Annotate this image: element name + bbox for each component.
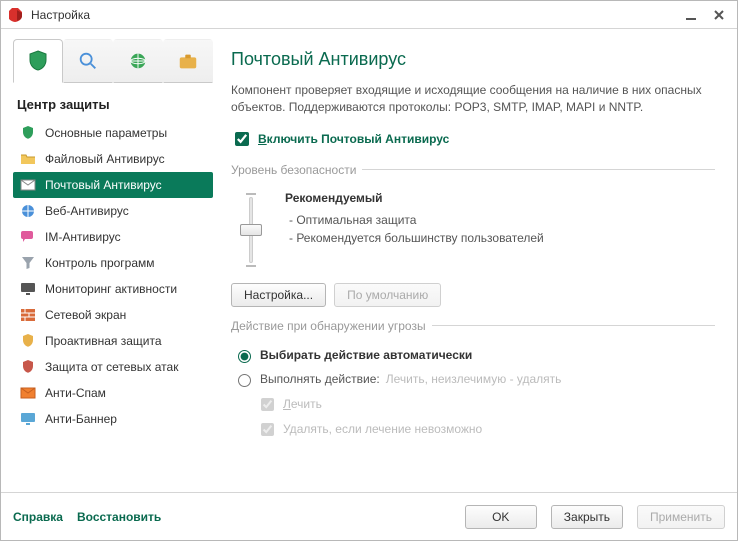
sidebar-label: Основные параметры [45, 126, 167, 140]
magnifier-icon [77, 50, 99, 72]
sidebar-item-antispam[interactable]: Анти-Спам [13, 380, 213, 406]
shield-small-icon [19, 124, 37, 142]
footer: Справка Восстановить OK Закрыть Применит… [1, 492, 737, 540]
group-security: Уровень безопасности Рекомендуемый - Опт… [231, 163, 715, 307]
security-slider[interactable] [237, 191, 265, 269]
sidebar-label: Контроль программ [45, 256, 155, 270]
slider-tick [246, 265, 256, 267]
radio-manual[interactable] [238, 374, 251, 387]
envelope-icon [19, 176, 37, 194]
chk-cure-label: Лечить [283, 397, 322, 411]
settings-button[interactable]: Настройка... [231, 283, 326, 307]
page-description: Компонент проверяет входящие и исходящие… [231, 82, 715, 117]
security-text: Рекомендуемый - Оптимальная защита - Рек… [285, 191, 544, 247]
close-footer-button[interactable]: Закрыть [551, 505, 623, 529]
radio-auto[interactable] [238, 350, 251, 363]
monitor-icon [19, 280, 37, 298]
sidebar-item-im-av[interactable]: IM-Антивирус [13, 224, 213, 250]
minimize-button[interactable] [677, 5, 705, 25]
group-action: Действие при обнаружении угрозы Выбирать… [231, 319, 715, 439]
default-button: По умолчанию [334, 283, 441, 307]
slider-tick [246, 193, 256, 195]
window-title: Настройка [31, 8, 677, 22]
chk-delete-row: Удалять, если лечение невозможно [257, 420, 715, 439]
enable-checkbox[interactable] [235, 132, 249, 146]
apply-button: Применить [637, 505, 725, 529]
sidebar-label: Мониторинг активности [45, 282, 177, 296]
security-line2: - Рекомендуется большинству пользователе… [289, 229, 544, 247]
chat-icon [19, 228, 37, 246]
sidebar-label: Анти-Спам [45, 386, 106, 400]
tab-advanced[interactable] [163, 39, 213, 83]
sidebar-label: IM-Антивирус [45, 230, 121, 244]
sidebar-label: Почтовый Антивирус [45, 178, 162, 192]
sidebar-label: Проактивная защита [45, 334, 162, 348]
folder-icon [19, 150, 37, 168]
tab-scan[interactable] [63, 39, 113, 83]
app-icon [9, 7, 25, 23]
top-tabs [13, 39, 213, 83]
radio-auto-row: Выбирать действие автоматически [233, 347, 715, 363]
funnel-icon [19, 254, 37, 272]
security-level-name: Рекомендуемый [285, 191, 544, 205]
right-pane: Почтовый Антивирус Компонент проверяет в… [213, 39, 725, 492]
content: Центр защиты Основные параметры Файловый… [1, 29, 737, 492]
tab-protection[interactable] [13, 39, 63, 83]
section-title: Центр защиты [17, 97, 213, 112]
sidebar-item-proactive[interactable]: Проактивная защита [13, 328, 213, 354]
radio-manual-label[interactable]: Выполнять действие: [260, 372, 380, 386]
enable-label[interactable]: Включить Почтовый Антивирус [258, 132, 449, 146]
spam-icon [19, 384, 37, 402]
radio-manual-suffix: Лечить, неизлечимую - удалять [386, 372, 562, 386]
group-action-legend: Действие при обнаружении угрозы [231, 319, 432, 333]
enable-row: Включить Почтовый Антивирус [231, 129, 715, 149]
shield-icon [26, 49, 50, 73]
action-radios: Выбирать действие автоматически Выполнят… [231, 347, 715, 439]
ok-button[interactable]: OK [465, 505, 537, 529]
sidebar-label: Сетевой экран [45, 308, 126, 322]
radio-manual-row: Выполнять действие: Лечить, неизлечимую … [233, 371, 715, 387]
chk-cure [261, 398, 274, 411]
net-shield-icon [19, 358, 37, 376]
group-security-legend: Уровень безопасности [231, 163, 362, 177]
tab-update[interactable] [113, 39, 163, 83]
chk-cure-row: Лечить [257, 395, 715, 414]
globe-icon [127, 50, 149, 72]
close-button[interactable] [705, 5, 733, 25]
sidebar-item-antibanner[interactable]: Анти-Баннер [13, 406, 213, 432]
sidebar-label: Веб-Антивирус [45, 204, 129, 218]
sidebar-label: Анти-Баннер [45, 412, 117, 426]
sidebar-item-activity[interactable]: Мониторинг активности [13, 276, 213, 302]
banner-icon [19, 410, 37, 428]
titlebar: Настройка [1, 1, 737, 29]
firewall-icon [19, 306, 37, 324]
globe-small-icon [19, 202, 37, 220]
security-line1: - Оптимальная защита [289, 211, 544, 229]
page-title: Почтовый Антивирус [231, 49, 715, 70]
chk-delete [261, 423, 274, 436]
security-buttons: Настройка... По умолчанию [231, 283, 715, 307]
sub-checks: Лечить Удалять, если лечение невозможно [257, 395, 715, 439]
sidebar-item-network-attack[interactable]: Защита от сетевых атак [13, 354, 213, 380]
security-box: Рекомендуемый - Оптимальная защита - Рек… [231, 187, 715, 279]
sidebar-item-app-control[interactable]: Контроль программ [13, 250, 213, 276]
proactive-icon [19, 332, 37, 350]
slider-thumb[interactable] [240, 224, 262, 236]
sidebar-item-web-av[interactable]: Веб-Антивирус [13, 198, 213, 224]
sidebar-item-mail-av[interactable]: Почтовый Антивирус [13, 172, 213, 198]
toolbox-icon [177, 50, 199, 72]
sidebar-item-firewall[interactable]: Сетевой экран [13, 302, 213, 328]
sidebar-label: Защита от сетевых атак [45, 360, 178, 374]
sidebar-label: Файловый Антивирус [45, 152, 165, 166]
chk-delete-label: Удалять, если лечение невозможно [283, 422, 482, 436]
left-pane: Центр защиты Основные параметры Файловый… [13, 39, 213, 492]
help-link[interactable]: Справка [13, 510, 63, 524]
restore-link[interactable]: Восстановить [77, 510, 161, 524]
sidebar-item-general[interactable]: Основные параметры [13, 120, 213, 146]
sidebar-item-file-av[interactable]: Файловый Антивирус [13, 146, 213, 172]
radio-auto-label[interactable]: Выбирать действие автоматически [260, 348, 472, 362]
sidebar-list: Основные параметры Файловый Антивирус По… [13, 120, 213, 432]
